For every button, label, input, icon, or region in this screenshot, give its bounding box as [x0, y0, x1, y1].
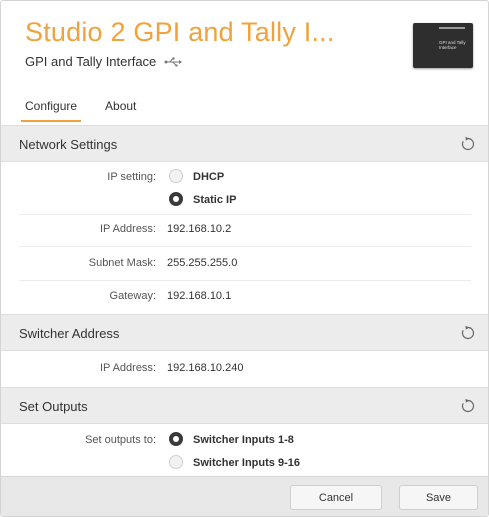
inputs-1-8-radio[interactable] [169, 432, 183, 446]
switcher-address-heading: Switcher Address [19, 326, 120, 341]
set-outputs-heading: Set Outputs [19, 399, 88, 414]
divider [19, 280, 471, 281]
dhcp-radio[interactable] [169, 169, 183, 183]
setup-window: Studio 2 GPI and Tally I... GPI and Tall… [0, 0, 489, 517]
static-ip-radio[interactable] [169, 192, 183, 206]
reset-icon[interactable] [460, 325, 476, 341]
switcher-ip-label: IP Address: [99, 362, 156, 374]
ip-address-field[interactable]: 192.168.10.2 [167, 223, 231, 235]
inputs-1-8-label[interactable]: Switcher Inputs 1-8 [193, 434, 294, 446]
tab-configure[interactable]: Configure [21, 99, 82, 122]
inputs-9-16-label[interactable]: Switcher Inputs 9-16 [193, 457, 300, 469]
subnet-mask-label: Subnet Mask: [88, 257, 156, 269]
dhcp-label[interactable]: DHCP [193, 171, 224, 183]
inputs-9-16-radio[interactable] [169, 455, 183, 469]
tab-bar: Configure About [21, 99, 160, 122]
gateway-field[interactable]: 192.168.10.1 [167, 290, 231, 302]
network-settings-header: Network Settings [1, 125, 488, 162]
device-image-label: GPI and Tally Interface [439, 40, 466, 50]
ip-address-label: IP Address: [99, 223, 156, 235]
divider [19, 214, 471, 215]
static-ip-label[interactable]: Static IP [193, 194, 236, 206]
set-outputs-header: Set Outputs [1, 387, 488, 424]
tab-about[interactable]: About [101, 99, 140, 122]
network-settings-heading: Network Settings [19, 137, 118, 152]
usb-icon [164, 56, 183, 68]
divider [19, 246, 471, 247]
reset-icon[interactable] [460, 136, 476, 152]
cancel-button[interactable]: Cancel [290, 485, 382, 510]
device-image: GPI and Tally Interface [413, 23, 473, 68]
gateway-label: Gateway: [109, 290, 156, 302]
device-subtitle: GPI and Tally Interface [25, 54, 183, 69]
switcher-ip-field[interactable]: 192.168.10.240 [167, 362, 243, 374]
reset-icon[interactable] [460, 398, 476, 414]
set-outputs-label: Set outputs to: [85, 434, 156, 446]
subnet-mask-field[interactable]: 255.255.255.0 [167, 257, 237, 269]
device-logo [439, 27, 465, 29]
save-button[interactable]: Save [399, 485, 478, 510]
switcher-address-header: Switcher Address [1, 314, 488, 351]
ip-setting-label: IP setting: [107, 171, 156, 183]
dialog-footer: Cancel Save [1, 476, 488, 516]
device-title: Studio 2 GPI and Tally I... [25, 17, 335, 47]
device-type-label: GPI and Tally Interface [25, 54, 157, 69]
